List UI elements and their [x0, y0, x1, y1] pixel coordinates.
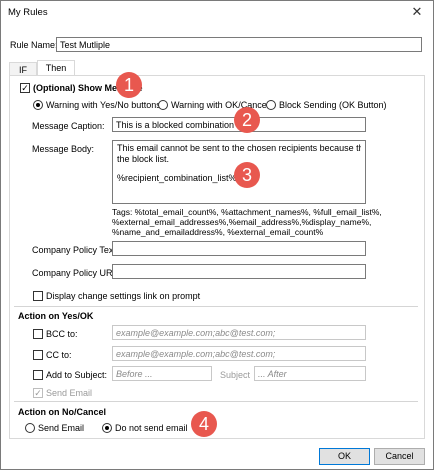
tags-help: Tags: %total_email_count%, %attachment_n…: [112, 207, 392, 237]
message-body-label: Message Body:: [32, 144, 95, 154]
bcc-input[interactable]: example@example.com;abc@test.com;: [112, 325, 366, 340]
ok-button[interactable]: OK: [319, 448, 370, 465]
title-bar: My Rules ✕: [1, 1, 433, 25]
close-icon[interactable]: ✕: [405, 3, 429, 21]
cc-label: CC to:: [46, 350, 72, 360]
subject-after-input[interactable]: ... After: [254, 366, 366, 381]
radio-send-email-label: Send Email: [38, 423, 85, 433]
display-change-label: Display change settings link on prompt: [46, 291, 201, 301]
window-title: My Rules: [8, 7, 48, 18]
radio-ok-cancel[interactable]: [158, 100, 168, 110]
radio-block-sending[interactable]: [266, 100, 276, 110]
radio-selected-dot: [36, 103, 40, 107]
cc-input[interactable]: example@example.com;abc@test.com;: [112, 346, 366, 361]
radio-do-not-send[interactable]: [102, 423, 112, 433]
subject-mid-label: Subject: [220, 370, 251, 380]
company-policy-text-input[interactable]: [112, 241, 366, 256]
company-policy-text-label: Company Policy Text:: [32, 245, 119, 255]
add-to-subject-checkbox[interactable]: [33, 370, 43, 380]
action-no-heading: Action on No/Cancel: [18, 407, 107, 417]
radio-selected-dot: [105, 426, 109, 430]
radio-yes-no-label: Warning with Yes/No buttons: [46, 100, 161, 110]
radio-block-sending-label: Block Sending (OK Button): [279, 100, 387, 110]
add-to-subject-label: Add to Subject:: [46, 370, 108, 380]
display-change-checkbox[interactable]: [33, 291, 43, 301]
cc-checkbox[interactable]: [33, 350, 43, 360]
radio-do-not-send-label: Do not send email: [115, 423, 188, 433]
callout-badge-3: 3: [234, 162, 260, 188]
radio-yes-no[interactable]: [33, 100, 43, 110]
rule-name-label: Rule Name:: [10, 40, 58, 50]
message-body-line-1: This email cannot be sent to the chosen …: [117, 143, 361, 153]
message-caption-label: Message Caption:: [32, 121, 105, 131]
send-email-label: Send Email: [46, 388, 93, 398]
radio-send-email[interactable]: [25, 423, 35, 433]
rule-name-input[interactable]: Test Mutliple: [56, 37, 422, 52]
tab-then[interactable]: Then: [37, 60, 75, 76]
bcc-checkbox[interactable]: [33, 329, 43, 339]
tags-line-3: %name_and_emailaddress%, %external_email…: [112, 227, 324, 237]
tags-line-1: Tags: %total_email_count%, %attachment_n…: [112, 207, 382, 217]
subject-before-input[interactable]: Before ...: [112, 366, 212, 381]
company-policy-url-label: Company Policy URL:: [32, 268, 121, 278]
callout-badge-4: 4: [191, 411, 217, 437]
tags-line-2: %external_email_addresses%,%email_addres…: [112, 217, 372, 227]
company-policy-url-input[interactable]: [112, 264, 366, 279]
bcc-label: BCC to:: [46, 329, 78, 339]
tab-if[interactable]: IF: [9, 62, 37, 76]
callout-badge-2: 2: [234, 107, 260, 133]
callout-badge-1: 1: [116, 72, 142, 98]
send-email-checkbox[interactable]: ✓: [33, 388, 43, 398]
show-message-checkbox[interactable]: ✓: [20, 83, 30, 93]
separator: [14, 306, 418, 307]
cancel-button[interactable]: Cancel: [374, 448, 425, 465]
action-yes-heading: Action on Yes/OK: [18, 311, 94, 321]
separator: [14, 401, 418, 402]
